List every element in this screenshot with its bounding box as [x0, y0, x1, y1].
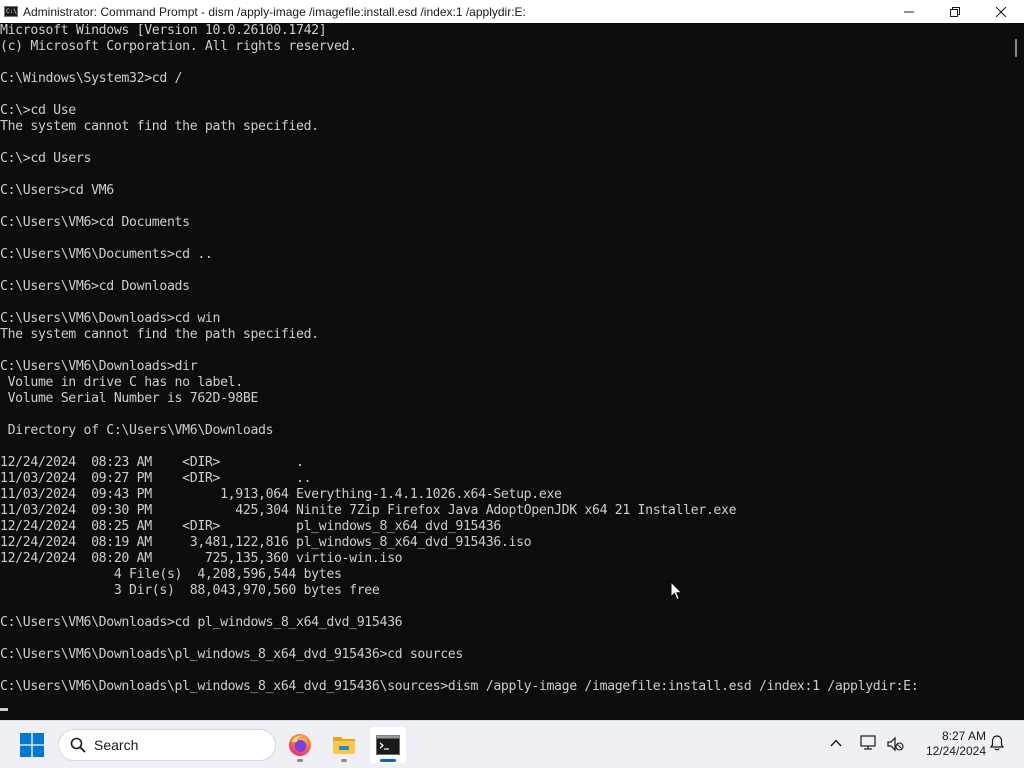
restore-icon	[950, 6, 960, 17]
window-title: Administrator: Command Prompt - dism /ap…	[23, 4, 526, 19]
console-line: 4 File(s) 4,208,596,544 bytes	[0, 567, 342, 582]
console-line: The system cannot find the path specifie…	[0, 327, 319, 342]
maximize-button[interactable]	[932, 0, 978, 23]
taskbar-file-explorer-button[interactable]	[326, 727, 362, 763]
console-line: The system cannot find the path specifie…	[0, 119, 319, 134]
console-line: Directory of C:\Users\VM6\Downloads	[0, 423, 274, 438]
console-line: C:\Users\VM6>cd Downloads	[0, 279, 190, 294]
taskbar-search-box[interactable]: Search	[58, 729, 276, 761]
console-line: C:\Users\VM6\Documents>cd ..	[0, 247, 213, 262]
taskbar-command-prompt-button[interactable]	[370, 727, 406, 763]
close-icon	[996, 6, 1006, 17]
console-line: 12/24/2024 08:25 AM <DIR> pl_windows_8_x…	[0, 519, 501, 534]
console-line: 12/24/2024 08:19 AM 3,481,122,816 pl_win…	[0, 535, 532, 550]
show-hidden-icons-chevron-icon[interactable]	[828, 735, 844, 751]
console-line: C:\Users\VM6>cd Documents	[0, 215, 190, 230]
minimize-button[interactable]	[886, 0, 932, 23]
console-scrollbar[interactable]	[1008, 23, 1024, 720]
text-cursor	[0, 708, 8, 711]
console-line: C:\Users\VM6\Downloads>dir	[0, 359, 198, 374]
running-indicator	[341, 759, 347, 762]
console-line: C:\Users\VM6\Downloads>cd win	[0, 311, 221, 326]
scrollbar-thumb[interactable]	[1015, 39, 1017, 57]
clock-time: 8:27 AM	[941, 729, 986, 743]
console-line: C:\Users>cd VM6	[0, 183, 114, 198]
active-app-indicator	[380, 759, 396, 762]
search-icon	[70, 737, 86, 753]
console-line: C:\Users\VM6\Downloads>cd pl_windows_8_x…	[0, 615, 403, 630]
minimize-icon	[904, 11, 914, 12]
console-output-area[interactable]: Microsoft Windows [Version 10.0.26100.17…	[0, 23, 1008, 720]
network-icon[interactable]	[860, 735, 880, 753]
console-line: Microsoft Windows [Version 10.0.26100.17…	[0, 23, 327, 38]
notification-bell-icon[interactable]	[988, 734, 1006, 752]
console-line: Volume Serial Number is 762D-98BE	[0, 391, 259, 406]
firefox-icon	[289, 734, 311, 756]
taskbar-clock[interactable]: 8:27 AM 12/24/2024	[906, 729, 986, 759]
taskbar: Search 8:27 AM 12/24/2024	[0, 720, 1024, 768]
console-line: C:\Windows\System32>cd /	[0, 71, 183, 86]
console-line: 11/03/2024 09:30 PM 425,304 Ninite 7Zip …	[0, 503, 737, 518]
window-controls	[886, 0, 1024, 23]
file-explorer-icon	[333, 737, 355, 754]
console-line: C:\Users\VM6\Downloads\pl_windows_8_x64_…	[0, 679, 919, 694]
command-prompt-app-icon[interactable]: C:\	[4, 6, 18, 17]
speaker-muted-icon[interactable]	[886, 735, 904, 753]
console-line: Volume in drive C has no label.	[0, 375, 244, 390]
console-text: Microsoft Windows [Version 10.0.26100.17…	[0, 23, 919, 695]
console-line: 12/24/2024 08:20 AM 725,135,360 virtio-w…	[0, 551, 403, 566]
start-button[interactable]	[14, 727, 50, 763]
running-indicator	[297, 759, 303, 762]
title-bar[interactable]: C:\ Administrator: Command Prompt - dism…	[0, 0, 1024, 23]
console-line: C:\>cd Use	[0, 103, 76, 118]
console-line: 11/03/2024 09:43 PM 1,913,064 Everything…	[0, 487, 562, 502]
mouse-pointer-icon	[670, 581, 683, 601]
console-line: 12/24/2024 08:23 AM <DIR> .	[0, 455, 304, 470]
console-line: 3 Dir(s) 88,043,970,560 bytes free	[0, 583, 380, 598]
taskbar-firefox-button[interactable]	[282, 727, 318, 763]
clock-date: 12/24/2024	[925, 744, 986, 758]
command-prompt-icon	[376, 735, 400, 755]
close-button[interactable]	[978, 0, 1024, 23]
console-line: C:\>cd Users	[0, 151, 92, 166]
console-line: 11/03/2024 09:27 PM <DIR> ..	[0, 471, 312, 486]
search-label: Search	[94, 737, 139, 753]
console-line: (c) Microsoft Corporation. All rights re…	[0, 39, 357, 54]
windows-logo-icon	[20, 733, 44, 757]
console-line: C:\Users\VM6\Downloads\pl_windows_8_x64_…	[0, 647, 463, 662]
